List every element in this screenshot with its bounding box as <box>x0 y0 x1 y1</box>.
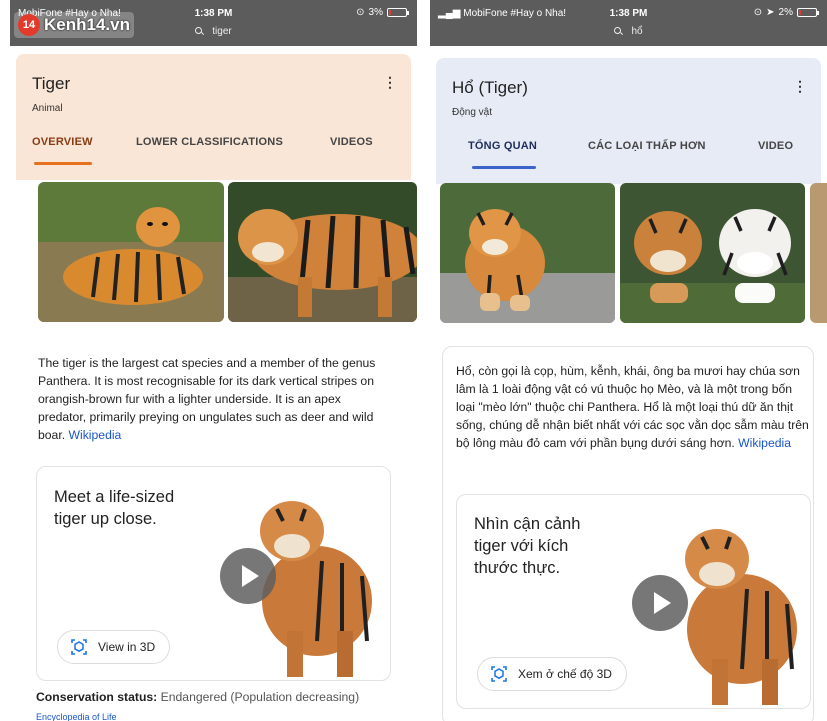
alarm-icon: ⊙ <box>753 7 763 18</box>
search-icon <box>195 27 203 34</box>
knowledge-panel-header: Tiger Animal ⋮ OVERVIEW LOWER CLASSIFICA… <box>16 54 411 180</box>
view-in-3d-label: View in 3D <box>98 640 156 654</box>
panel-vietnamese: ▂▄▆ MobiFone #Hay o Nha! 1:38 PM ⊙ ➤ 2% … <box>430 0 827 721</box>
knowledge-panel-header: Hổ (Tiger) Động vật ⋮ TỔNG QUAN CÁC LOẠI… <box>436 58 821 184</box>
source-link[interactable]: Encyclopedia of Life <box>36 712 117 721</box>
tab-overview[interactable]: OVERVIEW <box>32 136 93 148</box>
page-title: Hổ (Tiger) <box>452 78 528 97</box>
watermark-text: Kenh14.vn <box>44 15 130 34</box>
tiger-3d-model <box>685 529 797 705</box>
ar-cube-icon <box>71 639 87 655</box>
watermark: 14 Kenh14.vn <box>14 12 134 38</box>
image-carousel[interactable] <box>430 183 827 325</box>
kenh14-logo: 14 <box>18 14 40 36</box>
tab-lower-classifications[interactable]: LOWER CLASSIFICATIONS <box>136 136 283 148</box>
wikipedia-link[interactable]: Wikipedia <box>69 428 122 442</box>
battery-icon <box>797 8 819 17</box>
description-text: Hổ, còn gọi là cọp, hùm, kễnh, khái, ông… <box>456 364 809 450</box>
battery-percent: 2% <box>778 7 793 18</box>
page-title: Tiger <box>32 74 71 93</box>
more-options-icon[interactable]: ⋮ <box>793 78 807 95</box>
view-in-3d-button[interactable]: Xem ở chế độ 3D <box>477 657 627 691</box>
conservation-value: Endangered (Population decreasing) <box>160 690 360 704</box>
card-3d-title: Meet a life-sized tiger up close. <box>54 488 175 528</box>
conservation-status: Conservation status: Endangered (Populat… <box>36 690 359 704</box>
tiger-photo-2[interactable] <box>228 182 417 322</box>
play-3d-button[interactable] <box>220 548 276 604</box>
tiger-photo-1[interactable] <box>440 183 615 323</box>
alarm-icon: ⊙ <box>356 7 365 18</box>
search-query: tiger <box>212 26 232 37</box>
tab-bar: TỔNG QUAN CÁC LOẠI THẤP HƠN VIDEO <box>436 140 821 169</box>
tab-active-indicator <box>34 162 92 165</box>
tab-active-indicator <box>472 166 536 169</box>
conservation-label: Conservation status: <box>36 690 158 704</box>
battery-percent: 3% <box>368 7 383 18</box>
tab-lower-classifications[interactable]: CÁC LOẠI THẤP HƠN <box>588 140 706 152</box>
tab-videos[interactable]: VIDEOS <box>330 136 373 148</box>
battery-indicator: ⊙ ➤ 2% <box>753 7 819 18</box>
more-options-icon[interactable]: ⋮ <box>383 74 397 91</box>
ar-cube-icon <box>491 666 507 682</box>
entity-type: Động vật <box>452 107 493 118</box>
card-3d-title: Nhìn cận cảnh tiger với kích thước thực. <box>474 515 581 577</box>
search-bar[interactable]: hổ <box>430 26 827 37</box>
battery-icon <box>387 8 409 17</box>
wikipedia-link[interactable]: Wikipedia <box>738 436 791 450</box>
panel-english: MobiFone #Hay o Nha! 1:38 PM ⊙ 3% tiger … <box>10 0 417 721</box>
tiger-photo-3[interactable] <box>810 183 827 323</box>
view-in-3d-button[interactable]: View in 3D <box>57 630 171 664</box>
view-in-3d-label: Xem ở chế độ 3D <box>518 667 612 681</box>
search-icon <box>614 27 622 34</box>
tab-bar: OVERVIEW LOWER CLASSIFICATIONS VIDEOS <box>16 136 411 165</box>
view-in-3d-card[interactable]: Nhìn cận cảnh tiger với kích thước thực.… <box>456 494 811 709</box>
image-carousel[interactable] <box>10 182 417 324</box>
play-3d-button[interactable] <box>632 575 688 631</box>
location-arrow-icon: ➤ <box>766 7 775 18</box>
battery-indicator: ⊙ 3% <box>356 7 409 18</box>
search-query: hổ <box>631 26 643 37</box>
tiger-photo-2[interactable] <box>620 183 805 323</box>
tiger-photo-1[interactable] <box>38 182 224 322</box>
entity-type: Animal <box>32 103 63 114</box>
tab-overview[interactable]: TỔNG QUAN <box>468 140 537 152</box>
view-in-3d-card[interactable]: Meet a life-sized tiger up close. View i… <box>36 466 391 681</box>
tab-videos[interactable]: VIDEO <box>758 140 793 152</box>
description-text: The tiger is the largest cat species and… <box>38 356 376 442</box>
status-bar: ▂▄▆ MobiFone #Hay o Nha! 1:38 PM ⊙ ➤ 2% … <box>430 0 827 46</box>
panel-divider <box>421 0 427 721</box>
